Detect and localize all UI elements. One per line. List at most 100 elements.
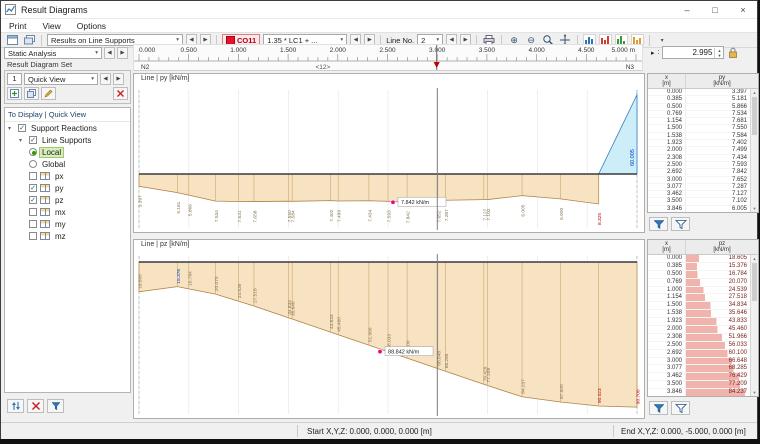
table-row[interactable]: 2.30851.966 <box>648 334 750 342</box>
expander-icon[interactable]: ▾ <box>8 125 15 132</box>
checkbox-icon[interactable] <box>29 172 37 180</box>
table-row[interactable]: 2.6927.842 <box>648 169 750 176</box>
cascade-windows-icon[interactable] <box>22 34 36 47</box>
table-row[interactable]: 3.84684.237 <box>648 389 750 396</box>
table-row[interactable]: 2.0007.499 <box>648 147 750 154</box>
chevron-down-icon[interactable]: ▾ <box>87 76 94 82</box>
pz-diagram-panel[interactable]: Line | pz [kN/m] 18.60515.37616.78420.07… <box>133 239 645 419</box>
table-row[interactable]: 3.4627.127 <box>648 191 750 198</box>
scroll-down-icon[interactable]: ▼ <box>751 390 758 395</box>
copy-set-button[interactable] <box>24 87 39 100</box>
new-set-button[interactable] <box>7 87 22 100</box>
table-row[interactable]: 1.1547.681 <box>648 118 750 125</box>
analysis-next-button[interactable]: ▶ <box>117 47 128 59</box>
table-row[interactable]: 0.76920.070 <box>648 279 750 287</box>
table-row[interactable]: 1.53835.646 <box>648 310 750 318</box>
set-name-combo[interactable]: Quick View ▾ <box>24 73 98 85</box>
all-values-filter-icon[interactable] <box>671 401 690 415</box>
table-row[interactable]: 0.5005.866 <box>648 104 750 111</box>
scroll-down-icon[interactable]: ▼ <box>751 206 758 211</box>
py-table-scrollbar[interactable]: ▲ ▼ <box>750 89 758 212</box>
py-diagram-panel[interactable]: Line | py [kN/m] 60.0053.3975.1815.8667.… <box>133 73 645 233</box>
table-row[interactable]: 1.15427.518 <box>648 294 750 302</box>
table-row[interactable]: 0.0003.397 <box>648 89 750 96</box>
tree-item-line-supports[interactable]: ▾ ✓ Line Supports <box>5 134 130 146</box>
ruler[interactable]: 0.0000.5001.0001.5002.0002.5003.0003.500… <box>133 44 643 71</box>
table-row[interactable]: 1.92343.833 <box>648 318 750 326</box>
table-row[interactable]: 1.9237.402 <box>648 140 750 147</box>
checkbox-icon[interactable] <box>29 232 37 240</box>
menu-view[interactable]: View <box>42 21 60 31</box>
spinner-arrows[interactable]: ▲▼ <box>714 48 723 58</box>
position-spinner[interactable]: 2.995 ▲▼ <box>662 46 724 59</box>
menu-print[interactable]: Print <box>9 21 26 31</box>
radio-selected-icon[interactable] <box>29 148 37 156</box>
delete-set-button[interactable] <box>113 87 128 100</box>
checkbox-checked[interactable]: ✓ <box>18 124 26 132</box>
table-row[interactable]: 0.50016.784 <box>648 271 750 279</box>
table-row[interactable]: 1.50034.834 <box>648 302 750 310</box>
tree-item-local[interactable]: Local <box>29 146 130 158</box>
all-values-filter-icon[interactable] <box>671 217 690 231</box>
position-value[interactable]: 2.995 <box>663 48 714 57</box>
extreme-values-filter-icon[interactable] <box>649 401 668 415</box>
table-row[interactable]: 2.00045.460 <box>648 326 750 334</box>
more-options-icon[interactable]: ▾ <box>655 34 669 47</box>
tree-item-pz[interactable]: ✓pz <box>29 194 130 206</box>
chevron-down-icon[interactable]: ▾ <box>432 37 439 43</box>
tree-item-mx[interactable]: mx <box>29 206 130 218</box>
table-row[interactable]: 0.00018.605 <box>648 255 750 263</box>
tree-item-my[interactable]: my <box>29 218 130 230</box>
table-row[interactable]: 3.0777.287 <box>648 184 750 191</box>
tree-item-global[interactable]: Global <box>29 158 130 170</box>
set-next-button[interactable]: ▶ <box>113 73 124 85</box>
chevron-down-icon[interactable]: ▾ <box>336 37 343 43</box>
clear-icon[interactable] <box>27 399 44 413</box>
close-button[interactable]: × <box>729 1 757 18</box>
table-row[interactable]: 1.5387.584 <box>648 133 750 140</box>
checkbox-icon[interactable] <box>29 208 37 216</box>
tree-item-px[interactable]: px <box>29 170 130 182</box>
table-row[interactable]: 3.46276.429 <box>648 373 750 381</box>
table-row[interactable]: 1.5007.550 <box>648 125 750 132</box>
menu-options[interactable]: Options <box>77 21 106 31</box>
edit-set-button[interactable] <box>41 87 56 100</box>
checkbox-icon[interactable] <box>29 220 37 228</box>
table-row[interactable]: 3.07768.285 <box>648 365 750 373</box>
table-row[interactable]: 1.00024.539 <box>648 287 750 295</box>
scrollbar-thumb[interactable] <box>752 97 757 135</box>
table-row[interactable]: 2.3087.434 <box>648 155 750 162</box>
table-row[interactable]: 3.0007.652 <box>648 177 750 184</box>
scrollbar-thumb[interactable] <box>752 263 757 301</box>
table-row[interactable]: 3.50077.209 <box>648 381 750 389</box>
set-number-field[interactable]: 1 <box>7 73 22 85</box>
table-row[interactable]: 3.8466.005 <box>648 206 750 212</box>
table-row[interactable]: 3.00066.648 <box>648 358 750 366</box>
radio-icon[interactable] <box>29 160 37 168</box>
analysis-combo[interactable]: Static Analysis ▾ <box>4 47 102 59</box>
filter-icon[interactable] <box>47 399 64 413</box>
tree-item-py[interactable]: ✓py <box>29 182 130 194</box>
set-prev-button[interactable]: ◀ <box>100 73 111 85</box>
checkbox-checked-icon[interactable]: ✓ <box>29 196 37 204</box>
pz-table-scrollbar[interactable]: ▲ ▼ <box>750 255 758 396</box>
minimize-button[interactable]: – <box>673 1 701 18</box>
expander-icon[interactable]: ▾ <box>19 137 26 144</box>
table-row[interactable]: 0.38515.376 <box>648 263 750 271</box>
table-row[interactable]: 2.69260.100 <box>648 350 750 358</box>
chevron-down-icon[interactable]: ▾ <box>172 37 179 43</box>
analysis-prev-button[interactable]: ◀ <box>104 47 115 59</box>
tree-item-mz[interactable]: mz <box>29 230 130 242</box>
lock-icon[interactable] <box>727 46 739 59</box>
table-row[interactable]: 2.5007.593 <box>648 162 750 169</box>
extreme-values-filter-icon[interactable] <box>649 217 668 231</box>
table-row[interactable]: 3.5007.102 <box>648 198 750 205</box>
table-row[interactable]: 0.3855.181 <box>648 96 750 103</box>
spin-down-icon[interactable]: ▼ <box>717 53 721 58</box>
table-row[interactable]: 2.50056.033 <box>648 342 750 350</box>
table-row[interactable]: 0.7697.534 <box>648 111 750 118</box>
scroll-up-icon[interactable]: ▲ <box>751 90 758 95</box>
maximize-button[interactable]: □ <box>701 1 729 18</box>
checkbox-checked[interactable]: ✓ <box>29 136 37 144</box>
sort-icon[interactable] <box>7 399 24 413</box>
